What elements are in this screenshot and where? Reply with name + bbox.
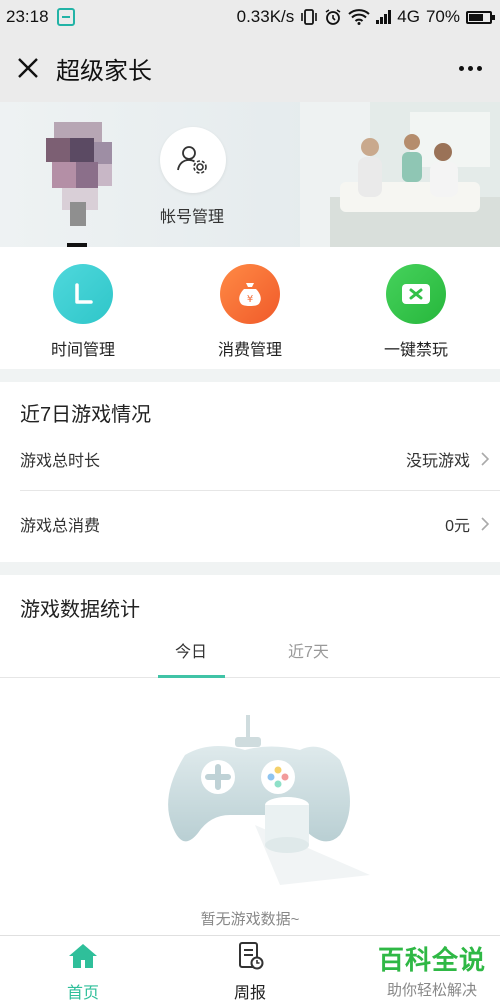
battery-percent: 70% bbox=[425, 7, 460, 26]
clock-icon bbox=[53, 264, 113, 324]
time-manage-button[interactable]: 时间管理 bbox=[23, 264, 143, 360]
gamepad-icon bbox=[168, 715, 370, 885]
total-spend-label: 游戏总消费 bbox=[20, 518, 101, 535]
total-time-row[interactable]: 游戏总时长 没玩游戏 bbox=[20, 427, 500, 491]
bottom-nav: 首页 周报 百科全说 助你轻松解决 bbox=[0, 935, 500, 1000]
ban-play-button[interactable]: 一键禁玩 bbox=[356, 264, 476, 360]
nav-home-label: 首页 bbox=[66, 985, 99, 1000]
empty-state-text: 暂无游戏数据~ bbox=[200, 911, 300, 928]
avatar-stem bbox=[70, 202, 86, 226]
watermark-sub: 助你轻松解决 bbox=[386, 982, 477, 999]
avatar[interactable] bbox=[42, 122, 114, 212]
ban-play-label: 一键禁玩 bbox=[383, 342, 448, 359]
more-button[interactable] bbox=[440, 34, 500, 102]
watermark: 百科全说 助你轻松解决 bbox=[378, 940, 486, 1000]
tab-7days[interactable]: 近7天 bbox=[288, 638, 329, 662]
wifi-icon bbox=[348, 9, 370, 25]
total-time-label: 游戏总时长 bbox=[20, 452, 101, 470]
close-button[interactable] bbox=[0, 34, 56, 102]
game-stats-title: 游戏数据统计 bbox=[20, 599, 140, 621]
family-photo-image bbox=[300, 102, 500, 247]
chevron-right-icon bbox=[470, 451, 500, 467]
status-bar: 23:18 0.33K/s 4G 70% bbox=[0, 0, 500, 34]
tab-indicator bbox=[158, 675, 225, 678]
account-manage-label: 帐号管理 bbox=[160, 209, 225, 226]
alarm-icon bbox=[325, 9, 341, 25]
profile-banner: 帐号管理 bbox=[0, 102, 500, 247]
week-summary-section: 近7日游戏情况 游戏总时长 没玩游戏 游戏总消费 0元 bbox=[0, 382, 500, 562]
tab-today[interactable]: 今日 bbox=[175, 638, 207, 662]
account-manage-button[interactable] bbox=[160, 127, 226, 193]
scan-icon bbox=[56, 8, 75, 26]
spend-manage-label: 消费管理 bbox=[217, 342, 282, 359]
stats-tabs: 今日 近7天 bbox=[0, 630, 500, 678]
signal-icon bbox=[376, 10, 392, 24]
chevron-right-icon bbox=[470, 516, 500, 532]
game-stats-section: 游戏数据统计 今日 近7天 暂无游戏数据~ bbox=[0, 575, 500, 935]
total-spend-value: 0元 bbox=[445, 518, 470, 535]
vibrate-icon bbox=[301, 9, 318, 25]
total-spend-row[interactable]: 游戏总消费 0元 bbox=[20, 492, 500, 556]
money-bag-icon: ¥ bbox=[220, 264, 280, 324]
total-time-value: 没玩游戏 bbox=[405, 452, 470, 470]
time-manage-label: 时间管理 bbox=[50, 342, 115, 359]
nav-home[interactable]: 首页 bbox=[43, 942, 123, 1000]
network-type: 4G bbox=[397, 7, 420, 26]
section-gap bbox=[0, 562, 500, 575]
user-settings-icon bbox=[177, 146, 207, 174]
ban-play-icon bbox=[386, 264, 446, 324]
home-icon bbox=[69, 944, 97, 968]
network-speed: 0.33K/s bbox=[236, 7, 295, 26]
watermark-main: 百科全说 bbox=[377, 945, 486, 975]
spend-manage-button[interactable]: ¥ 消费管理 bbox=[190, 264, 310, 360]
nav-bar: 超级家长 bbox=[0, 34, 500, 102]
battery-icon bbox=[466, 10, 495, 24]
close-icon bbox=[18, 58, 38, 78]
quick-actions: 时间管理 ¥ 消费管理 一键禁玩 bbox=[0, 247, 500, 369]
nav-weekly-report[interactable]: 周报 bbox=[210, 942, 290, 1000]
more-icon bbox=[458, 65, 464, 71]
section-gap bbox=[0, 369, 500, 382]
report-icon bbox=[239, 942, 264, 970]
week-summary-title: 近7日游戏情况 bbox=[20, 404, 152, 426]
nav-weekly-report-label: 周报 bbox=[233, 985, 266, 1000]
svg-text:¥: ¥ bbox=[247, 294, 253, 305]
status-time: 23:18 bbox=[6, 7, 49, 26]
page-title: 超级家长 bbox=[56, 57, 152, 85]
